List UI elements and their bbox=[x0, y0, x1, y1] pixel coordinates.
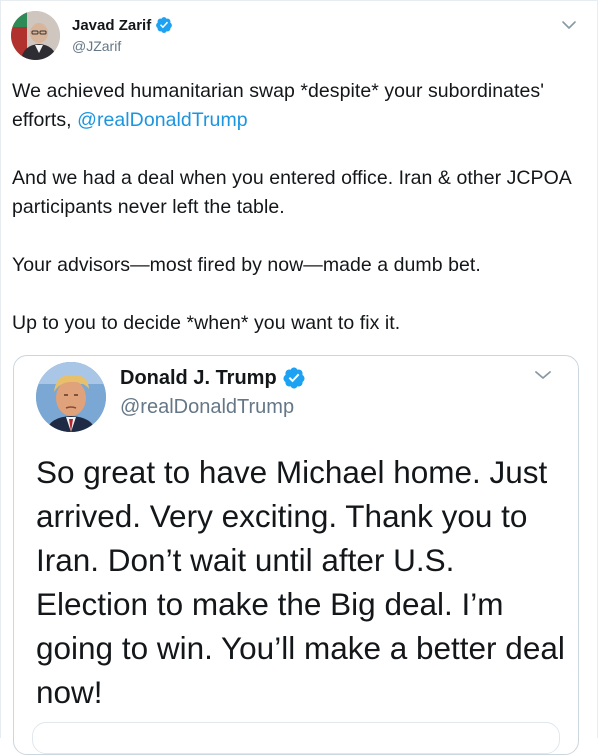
verified-badge-icon bbox=[155, 16, 173, 34]
author-handle[interactable]: @JZarif bbox=[72, 38, 173, 54]
profile-photo-icon bbox=[36, 362, 106, 432]
quoted-author-name[interactable]: Donald J. Trump bbox=[120, 367, 277, 390]
tweet-paragraph: We achieved humanitarian swap *despite* … bbox=[12, 77, 582, 135]
quoted-tweet-card[interactable]: Donald J. Trump @realDonaldTrump So grea… bbox=[13, 355, 579, 755]
mention-link[interactable]: @realDonaldTrump bbox=[77, 109, 248, 131]
quoted-tweet-menu-button[interactable] bbox=[532, 364, 554, 386]
quoted-embedded-card-edge bbox=[32, 722, 560, 754]
quoted-author-block[interactable]: Donald J. Trump @realDonaldTrump bbox=[120, 364, 306, 419]
author-name-row: Javad Zarif bbox=[72, 15, 173, 35]
profile-photo-icon bbox=[11, 11, 60, 60]
tweet-text: We achieved humanitarian swap *despite* … bbox=[12, 77, 582, 338]
verified-badge-icon bbox=[282, 366, 306, 390]
author-name[interactable]: Javad Zarif bbox=[72, 17, 151, 34]
quoted-author-avatar[interactable] bbox=[36, 362, 106, 432]
tweet-paragraph: Up to you to decide *when* you want to f… bbox=[12, 312, 401, 334]
tweet-paragraph: Your advisors—most fired by now—made a d… bbox=[12, 254, 481, 276]
quoted-tweet-text: So great to have Michael home. Just arri… bbox=[36, 454, 565, 710]
tweet-paragraph: And we had a deal when you entered offic… bbox=[12, 167, 571, 218]
author-block[interactable]: Javad Zarif @JZarif bbox=[72, 15, 173, 54]
author-avatar[interactable] bbox=[11, 11, 60, 60]
tweet-menu-button[interactable] bbox=[559, 15, 579, 35]
quoted-author-name-row: Donald J. Trump bbox=[120, 364, 306, 392]
chevron-down-icon bbox=[535, 371, 551, 379]
chevron-down-icon bbox=[562, 21, 576, 29]
quoted-author-handle[interactable]: @realDonaldTrump bbox=[120, 396, 306, 419]
tweet-card[interactable]: Javad Zarif @JZarif We achieved humanita… bbox=[0, 0, 598, 755]
